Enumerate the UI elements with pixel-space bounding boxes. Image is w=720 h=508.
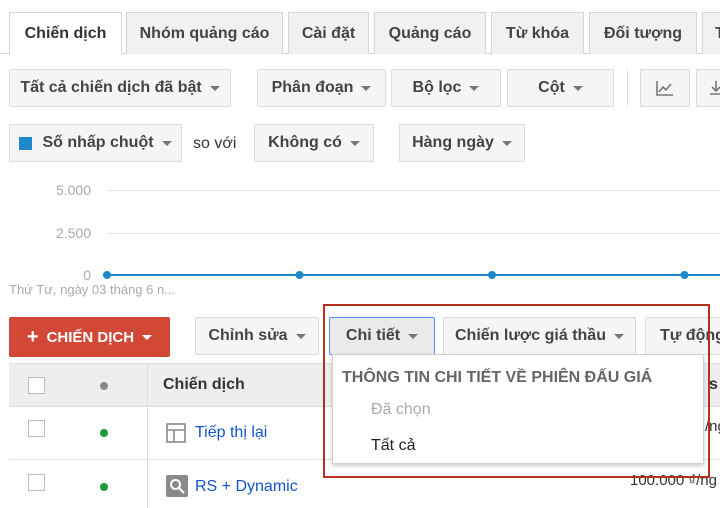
data-point[interactable] — [295, 271, 304, 279]
campaign-link[interactable]: RS + Dynamic — [195, 478, 298, 496]
status-column-icon — [100, 382, 108, 390]
status-enabled-dot — [100, 483, 108, 491]
tab-keywords[interactable]: Từ khóa — [491, 12, 584, 54]
automate-dropdown[interactable]: Tự động — [645, 317, 720, 355]
filter-dropdown[interactable]: Bộ lọc — [391, 69, 501, 107]
y-tick-label: 2.500 — [55, 225, 91, 241]
chevron-down-icon — [501, 140, 512, 146]
tab-ads[interactable]: Quảng cáo — [374, 12, 486, 54]
details-menu: THÔNG TIN CHI TIẾT VỀ PHIÊN ĐẤU GIÁ Đã c… — [332, 354, 704, 464]
budget-cell: 100.000 ₫/ng — [630, 472, 717, 489]
tab-bar: Chiến dịch Nhóm quảng cáo Cài đặt Quảng … — [0, 0, 720, 55]
create-campaign-button[interactable]: + CHIẾN DỊCH — [9, 317, 170, 357]
details-dropdown[interactable]: Chi tiết — [329, 317, 435, 355]
menu-item-all[interactable]: Tất cả — [371, 437, 415, 455]
compare-text: so với — [193, 135, 237, 152]
create-label: CHIẾN DỊCH — [46, 328, 135, 346]
tab-more[interactable]: T — [702, 12, 720, 54]
edit-label: Chỉnh sửa — [208, 327, 288, 344]
chevron-down-icon — [209, 85, 220, 91]
metric-label: Số nhấp chuột — [42, 134, 154, 151]
data-point[interactable] — [680, 271, 689, 279]
chart-toggle-button[interactable] — [640, 69, 690, 107]
chevron-down-icon — [161, 140, 172, 146]
edit-dropdown[interactable]: Chỉnh sửa — [195, 317, 319, 355]
bid-strategy-label: Chiến lược giá thầu — [455, 327, 606, 344]
toolbar-divider — [627, 69, 628, 107]
gridline — [106, 233, 720, 234]
select-all-checkbox[interactable] — [28, 377, 45, 394]
columns-dropdown[interactable]: Cột — [507, 69, 614, 107]
line-chart-icon — [656, 81, 673, 96]
details-label: Chi tiết — [345, 327, 401, 344]
chevron-down-icon — [295, 333, 306, 339]
gridline — [106, 190, 720, 191]
campaign-link[interactable]: Tiếp thị lại — [195, 424, 267, 442]
y-tick-label: 5.000 — [55, 182, 91, 198]
chevron-down-icon — [349, 140, 360, 146]
plus-icon: + — [26, 326, 39, 348]
download-icon — [710, 81, 720, 95]
chevron-down-icon — [469, 85, 480, 91]
column-divider — [147, 408, 148, 459]
row-checkbox[interactable] — [28, 420, 45, 437]
segment-label: Phân đoạn — [271, 79, 354, 96]
auction-insights-header: THÔNG TIN CHI TIẾT VỀ PHIÊN ĐẤU GIÁ — [342, 369, 653, 386]
period-dropdown[interactable]: Hàng ngày — [399, 124, 525, 162]
chevron-down-icon — [142, 334, 153, 340]
automate-label: Tự động — [660, 327, 720, 344]
bid-strategy-dropdown[interactable]: Chiến lược giá thầu — [443, 317, 636, 355]
compare-metric-dropdown[interactable]: Không có — [254, 124, 374, 162]
segment-dropdown[interactable]: Phân đoạn — [257, 69, 386, 107]
metric-color-swatch — [19, 136, 33, 150]
search-campaign-icon — [166, 475, 188, 497]
search-icon — [170, 479, 185, 494]
period-label: Hàng ngày — [412, 134, 494, 151]
filter-label: Bộ lọc — [412, 79, 462, 96]
tab-audiences[interactable]: Đối tượng — [589, 12, 697, 54]
menu-item-selected: Đã chọn — [371, 401, 431, 418]
table-row: RS + Dynamic 100.000 ₫/ng — [9, 460, 720, 508]
chevron-down-icon — [361, 85, 372, 91]
tab-settings[interactable]: Cài đặt — [288, 12, 369, 54]
chevron-down-icon — [572, 85, 583, 91]
column-divider — [147, 460, 148, 508]
row-checkbox[interactable] — [28, 474, 45, 491]
data-point[interactable] — [103, 271, 111, 279]
metric-dropdown[interactable]: Số nhấp chuột — [9, 124, 182, 162]
columns-label: Cột — [538, 79, 565, 96]
budget-cell: /ng — [705, 418, 720, 435]
compare-label: Không có — [268, 134, 342, 151]
chevron-down-icon — [408, 333, 419, 339]
campaign-column-header[interactable]: Chiến dịch — [163, 376, 245, 394]
column-divider — [147, 364, 148, 407]
tab-campaigns[interactable]: Chiến dịch — [9, 12, 122, 55]
campaign-filter-dropdown[interactable]: Tất cả chiến dịch đã bật — [9, 69, 231, 107]
campaign-filter-label: Tất cả chiến dịch đã bật — [20, 79, 202, 96]
display-campaign-icon — [166, 423, 186, 443]
download-button[interactable] — [696, 69, 720, 107]
data-point[interactable] — [488, 271, 496, 279]
chevron-down-icon — [613, 333, 624, 339]
tab-ad-groups[interactable]: Nhóm quảng cáo — [126, 12, 283, 54]
status-enabled-dot — [100, 429, 108, 437]
chart-date-caption: Thứ Tư, ngày 03 tháng 6 n... — [9, 282, 176, 297]
budget-column-header-partial[interactable]: s — [709, 376, 718, 394]
